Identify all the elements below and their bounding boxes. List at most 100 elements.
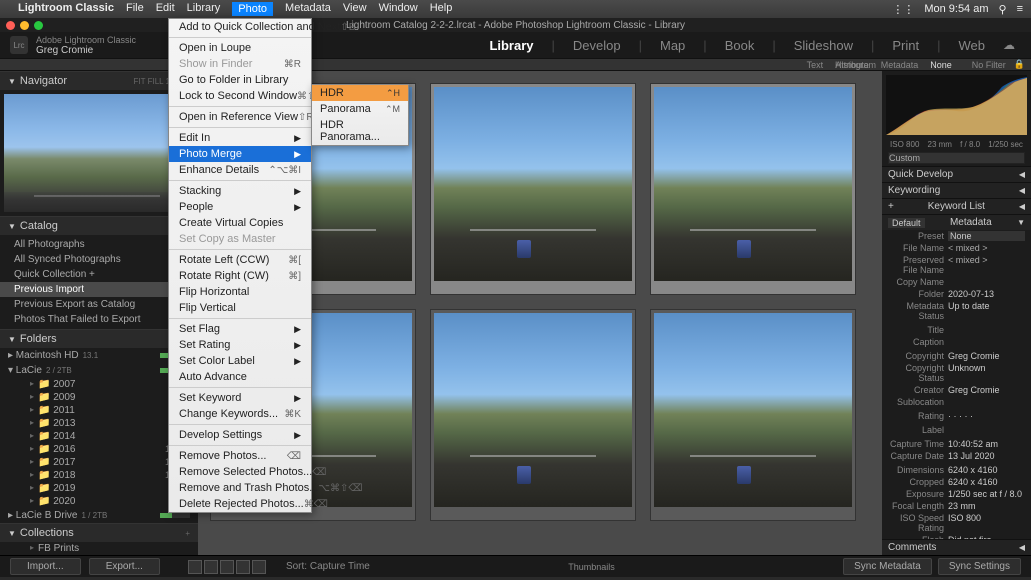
menu-item[interactable]: Enhance Details⌃⌥⌘I	[169, 162, 311, 178]
histogram-chart[interactable]	[886, 75, 1027, 135]
collection-item[interactable]: ▸FB Prints	[0, 542, 198, 555]
menu-view[interactable]: View	[343, 2, 367, 16]
filter-none[interactable]: None	[930, 60, 952, 70]
menu-metadata[interactable]: Metadata	[285, 2, 331, 16]
maximize-window-button[interactable]	[34, 21, 43, 30]
menu-item[interactable]: Set Flag▶	[169, 321, 311, 337]
metadata-value[interactable]: < mixed >	[948, 255, 1025, 275]
comments-header[interactable]: Comments◀	[882, 539, 1031, 555]
menu-item[interactable]: Stacking▶	[169, 183, 311, 199]
menu-item[interactable]: Remove Selected Photos...⌫	[169, 464, 311, 480]
filter-lock-icon[interactable]: 🔒	[1014, 59, 1025, 70]
navigator-preview[interactable]	[4, 94, 190, 212]
metadata-value[interactable]: 6240 x 4160	[948, 477, 1025, 487]
metadata-value[interactable]: Greg Cromie	[948, 385, 1025, 395]
metadata-value[interactable]: Greg Cromie	[948, 351, 1025, 361]
menu-library[interactable]: Library	[187, 2, 221, 16]
wifi-icon[interactable]: ⋮⋮	[892, 3, 914, 16]
menu-item[interactable]: Delete Rejected Photos...⌘⌫	[169, 496, 311, 512]
module-slideshow[interactable]: Slideshow	[788, 38, 859, 53]
notif-icon[interactable]: ≡	[1017, 3, 1023, 15]
module-print[interactable]: Print	[886, 38, 925, 53]
metadata-value[interactable]	[948, 277, 1025, 287]
keywording-header[interactable]: Keywording◀	[882, 182, 1031, 198]
metadata-value[interactable]: ISO 800	[948, 513, 1025, 533]
menu-item[interactable]: Edit In▶	[169, 130, 311, 146]
menu-window[interactable]: Window	[379, 2, 418, 16]
metadata-header[interactable]: Default Metadata▼	[882, 214, 1031, 230]
metadata-value[interactable]: < mixed >	[948, 243, 1025, 253]
thumbnail-cell[interactable]	[430, 83, 636, 295]
menu-help[interactable]: Help	[430, 2, 453, 16]
thumbnail-cell[interactable]	[650, 83, 856, 295]
submenu-item[interactable]: HDR Panorama...	[312, 117, 408, 145]
menu-item[interactable]: Create Virtual Copies	[169, 215, 311, 231]
menu-item[interactable]: Set Rating▶	[169, 337, 311, 353]
menu-item[interactable]: Develop Settings▶	[169, 427, 311, 443]
menu-item[interactable]: Go to Folder in Library	[169, 72, 311, 88]
metadata-value[interactable]: 6240 x 4160	[948, 465, 1025, 475]
metadata-value[interactable]: · · · · ·	[948, 411, 1025, 421]
menu-item[interactable]: Lock to Second Window⌘⇧↩	[169, 88, 311, 104]
collections-header[interactable]: ▼Collections +	[0, 523, 198, 542]
import-button[interactable]: Import...	[10, 558, 81, 575]
metadata-preset-select[interactable]: None	[948, 231, 1025, 241]
thumbnail-cell[interactable]	[650, 309, 856, 521]
metadata-value[interactable]: 13 Jul 2020	[948, 451, 1025, 461]
crop-custom[interactable]: Custom	[888, 152, 1025, 164]
menu-item[interactable]: Remove and Trash Photos...⌥⌘⇧⌫	[169, 480, 311, 496]
menu-item[interactable]: Flip Vertical	[169, 300, 311, 316]
module-map[interactable]: Map	[654, 38, 691, 53]
filter-preset[interactable]: No Filter	[972, 60, 1006, 70]
metadata-value[interactable]: 10:40:52 am	[948, 439, 1025, 449]
sort-menu[interactable]: Capture Time	[310, 561, 370, 572]
menu-item[interactable]: Photo Merge▶	[169, 146, 311, 162]
metadata-value[interactable]	[948, 425, 1025, 435]
metadata-value[interactable]: 23 mm	[948, 501, 1025, 511]
metadata-set-select[interactable]: Default	[888, 218, 925, 228]
sync-settings-button[interactable]: Sync Settings	[938, 558, 1021, 575]
menu-edit[interactable]: Edit	[156, 2, 175, 16]
submenu-item[interactable]: Panorama⌃M	[312, 101, 408, 117]
menu-item[interactable]: Flip Horizontal	[169, 284, 311, 300]
menu-item[interactable]: Open in Loupe	[169, 40, 311, 56]
people-view-icon[interactable]	[252, 560, 266, 574]
menu-item[interactable]: Rotate Left (CCW)⌘[	[169, 252, 311, 268]
survey-view-icon[interactable]	[236, 560, 250, 574]
metadata-value[interactable]	[948, 325, 1025, 335]
module-book[interactable]: Book	[719, 38, 761, 53]
metadata-value[interactable]: 1/250 sec at f / 8.0	[948, 489, 1025, 499]
sync-metadata-button[interactable]: Sync Metadata	[843, 558, 932, 575]
menu-file[interactable]: File	[126, 2, 144, 16]
menu-item[interactable]: Add to Quick Collection and Next⇧B	[169, 19, 311, 35]
filter-text[interactable]: Text	[807, 60, 824, 70]
metadata-value[interactable]: Unknown	[948, 363, 1025, 383]
loupe-view-icon[interactable]	[204, 560, 218, 574]
cloud-sync-icon[interactable]: ☁	[997, 38, 1021, 52]
close-window-button[interactable]	[6, 21, 15, 30]
grid-view-icon[interactable]	[188, 560, 202, 574]
menu-item[interactable]: Set Color Label▶	[169, 353, 311, 369]
keywordlist-header[interactable]: +Keyword List◀	[882, 198, 1031, 214]
module-library[interactable]: Library	[483, 38, 539, 53]
spotlight-icon[interactable]: ⚲	[999, 3, 1007, 16]
menu-photo[interactable]: Photo	[232, 2, 273, 16]
submenu-item[interactable]: HDR⌃H	[312, 85, 408, 101]
module-develop[interactable]: Develop	[567, 38, 627, 53]
menu-item[interactable]: Auto Advance	[169, 369, 311, 385]
menu-item[interactable]: Rotate Right (CW)⌘]	[169, 268, 311, 284]
export-button[interactable]: Export...	[89, 558, 160, 575]
metadata-value[interactable]	[948, 337, 1025, 347]
thumbnail-cell[interactable]	[430, 309, 636, 521]
metadata-value[interactable]	[948, 397, 1025, 407]
menu-item[interactable]: Set Keyword▶	[169, 390, 311, 406]
app-name-menu[interactable]: Lightroom Classic	[18, 2, 114, 16]
metadata-value[interactable]: 2020-07-13	[948, 289, 1025, 299]
module-web[interactable]: Web	[953, 38, 992, 53]
quickdevelop-header[interactable]: Quick Develop◀	[882, 166, 1031, 182]
minimize-window-button[interactable]	[20, 21, 29, 30]
menu-item[interactable]: Remove Photos...⌫	[169, 448, 311, 464]
menu-item[interactable]: Open in Reference View⇧R	[169, 109, 311, 125]
compare-view-icon[interactable]	[220, 560, 234, 574]
menu-item[interactable]: Change Keywords...⌘K	[169, 406, 311, 422]
